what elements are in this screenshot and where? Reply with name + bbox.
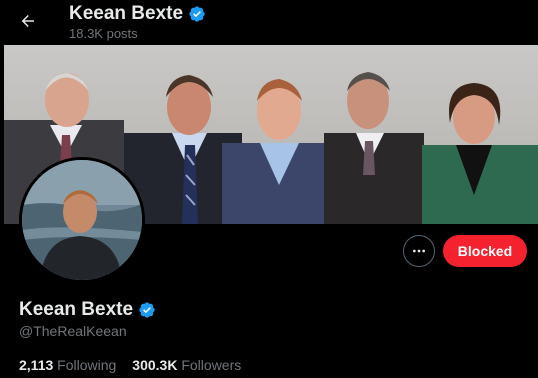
- more-options-button[interactable]: [403, 235, 435, 267]
- verified-badge-icon[interactable]: [138, 301, 156, 319]
- profile-display-name-row: Keean Bexte: [19, 299, 156, 321]
- blocked-button[interactable]: Blocked: [443, 235, 527, 267]
- following-count: 2,113: [19, 357, 54, 373]
- more-icon: [413, 249, 425, 253]
- follow-stats: 2,113 Following 300.3K Followers: [19, 357, 241, 373]
- posts-count: 18.3K posts: [69, 26, 138, 41]
- following-label: Following: [57, 357, 117, 373]
- followers-link[interactable]: 300.3K Followers: [132, 357, 241, 373]
- profile-header-bar: Keean Bexte 18.3K posts: [0, 0, 538, 46]
- profile-page: Keean Bexte 18.3K posts Blocked Keean Be…: [0, 0, 538, 378]
- verified-badge-icon: [189, 6, 205, 22]
- back-arrow-icon: [21, 15, 34, 27]
- followers-count: 300.3K: [132, 357, 178, 373]
- header-title: Keean Bexte: [69, 3, 206, 25]
- back-button[interactable]: [14, 7, 42, 35]
- followers-label: Followers: [181, 357, 242, 373]
- following-link[interactable]: 2,113 Following: [19, 357, 116, 373]
- profile-display-name: Keean Bexte: [19, 299, 134, 320]
- profile-avatar[interactable]: [19, 157, 145, 283]
- header-display-name: Keean Bexte: [69, 3, 184, 24]
- profile-handle: @TheRealKeean: [19, 323, 127, 339]
